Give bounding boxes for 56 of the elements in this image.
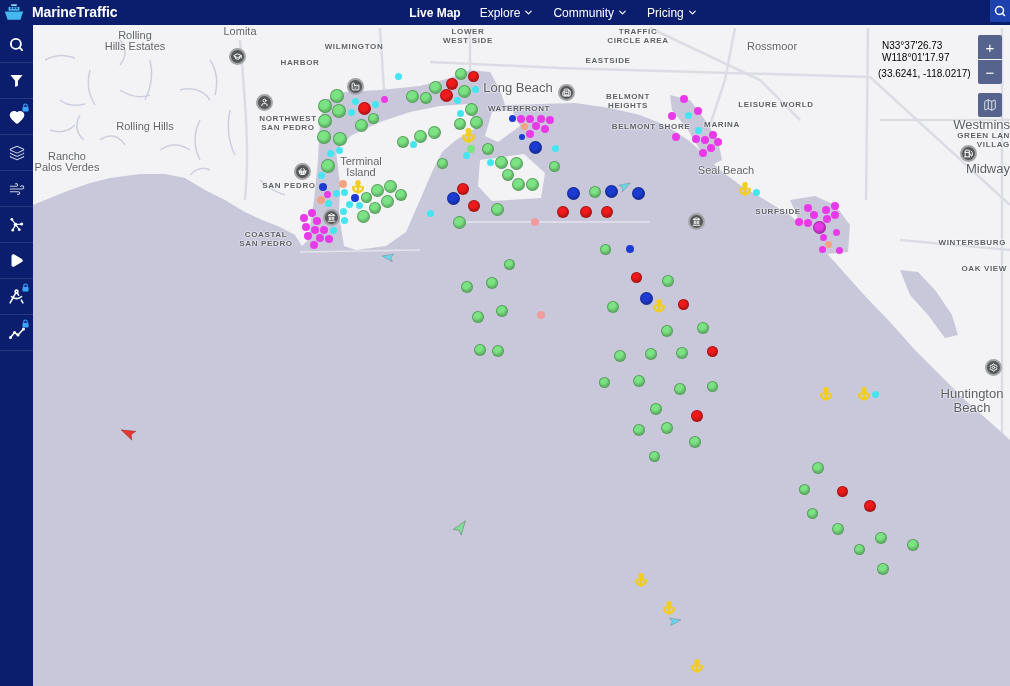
place-label: MARINA [704, 120, 740, 129]
place-label: BELMONT SHORE [611, 122, 691, 131]
place-label: Midway [965, 162, 1010, 176]
place-label: WILMINGTON [324, 42, 384, 51]
zoom-out-button[interactable]: − [978, 60, 1002, 84]
heart-icon [8, 108, 25, 125]
nav-link[interactable]: Live Map [409, 3, 461, 22]
layers-icon [8, 144, 25, 161]
place-label: SAN PEDRO [262, 181, 316, 190]
logo-text[interactable]: MarineTraffic [32, 2, 118, 23]
nav-link[interactable]: Community [553, 3, 629, 22]
place-label: Rolling Hills [116, 121, 174, 132]
place-label: WINTERSBURG [938, 238, 1006, 247]
anchor-icon[interactable] [738, 181, 753, 196]
place-label: HARBOR [280, 58, 320, 67]
decimal-coordinates-text: (33.6241, -118.0217) [878, 68, 971, 80]
place-label: Long Beach [483, 81, 553, 95]
search-icon [9, 37, 24, 52]
map-layers-button[interactable] [978, 93, 1002, 117]
place-label: Rolling Hills Estates [104, 30, 166, 52]
place-label: WATERFRONT [487, 104, 551, 113]
funnel-icon [9, 73, 24, 88]
folded-map-icon [983, 98, 997, 112]
place-label: SURFSIDE [755, 207, 801, 216]
play-icon [9, 253, 24, 268]
place-label: COASTAL SAN PEDRO [239, 230, 293, 248]
place-label: Rossmoor [746, 41, 798, 52]
place-label: NORTHWEST SAN PEDRO [259, 114, 317, 132]
ship-logo-icon [3, 3, 25, 22]
place-label: EASTSIDE [585, 56, 631, 65]
boat-arrow-icon[interactable] [668, 614, 683, 629]
latitude-text: N33°37'26.73 [881, 40, 944, 52]
place-label: Westmins [953, 118, 1010, 132]
place-label: Seal Beach [697, 165, 755, 176]
drafting-compass-icon [8, 288, 25, 305]
longitude-text: W118°01'17.97 [881, 52, 951, 64]
place-label: GREEN LAN VILLAG [957, 131, 1010, 149]
boat-arrow-icon[interactable] [381, 250, 395, 264]
anchor-icon[interactable] [461, 128, 477, 144]
search-button[interactable] [990, 0, 1010, 22]
zoom-in-button[interactable]: + [978, 35, 1002, 59]
wind-icon [8, 180, 25, 197]
nodes-icon [9, 217, 24, 232]
place-label: Huntington Beach [940, 387, 1004, 415]
nav-link[interactable]: Pricing [647, 3, 698, 22]
place-label: LEISURE WORLD [738, 100, 814, 109]
place-label: Rancho Palos Verdes [34, 151, 100, 173]
place-label: TRAFFIC CIRCLE AREA [607, 27, 669, 45]
place-label: Terminal Island [340, 156, 382, 178]
place-label: Lomita [223, 26, 257, 37]
nav-link[interactable]: Explore [479, 3, 535, 22]
place-label: BELMONT HEIGHTS [606, 92, 650, 110]
place-label: LOWER WEST SIDE [443, 27, 493, 45]
place-label: OAK VIEW [961, 264, 1007, 273]
line-chart-icon [8, 326, 25, 339]
search-icon [994, 5, 1006, 17]
